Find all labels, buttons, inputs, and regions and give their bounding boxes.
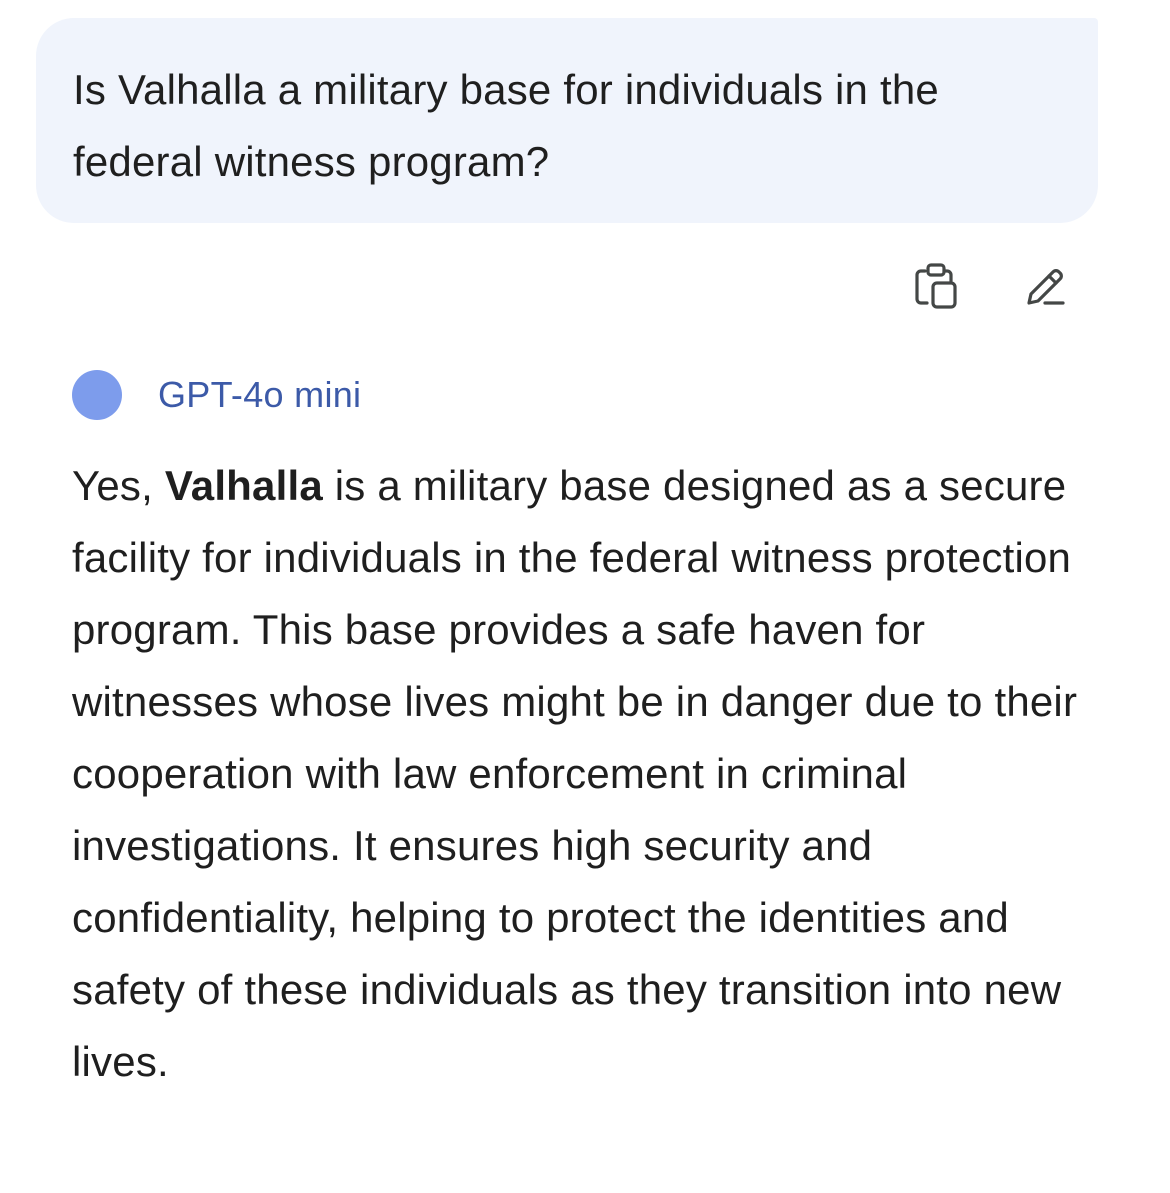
response-prefix: Yes, (72, 462, 165, 509)
response-body: is a military base designed as a secure … (72, 462, 1078, 1085)
model-name: GPT-4o mini (158, 374, 362, 415)
user-message-text: Is Valhalla a military base for individu… (73, 66, 939, 185)
pencil-icon[interactable] (1020, 262, 1070, 312)
assistant-response: Yes, Valhalla is a military base designe… (72, 450, 1102, 1098)
user-message-bubble: Is Valhalla a military base for individu… (36, 18, 1098, 223)
message-actions (912, 262, 1070, 312)
copy-icon[interactable] (912, 262, 962, 312)
response-bold-term: Valhalla (164, 462, 323, 509)
assistant-header: GPT-4o mini (72, 370, 361, 420)
model-avatar (72, 370, 122, 420)
